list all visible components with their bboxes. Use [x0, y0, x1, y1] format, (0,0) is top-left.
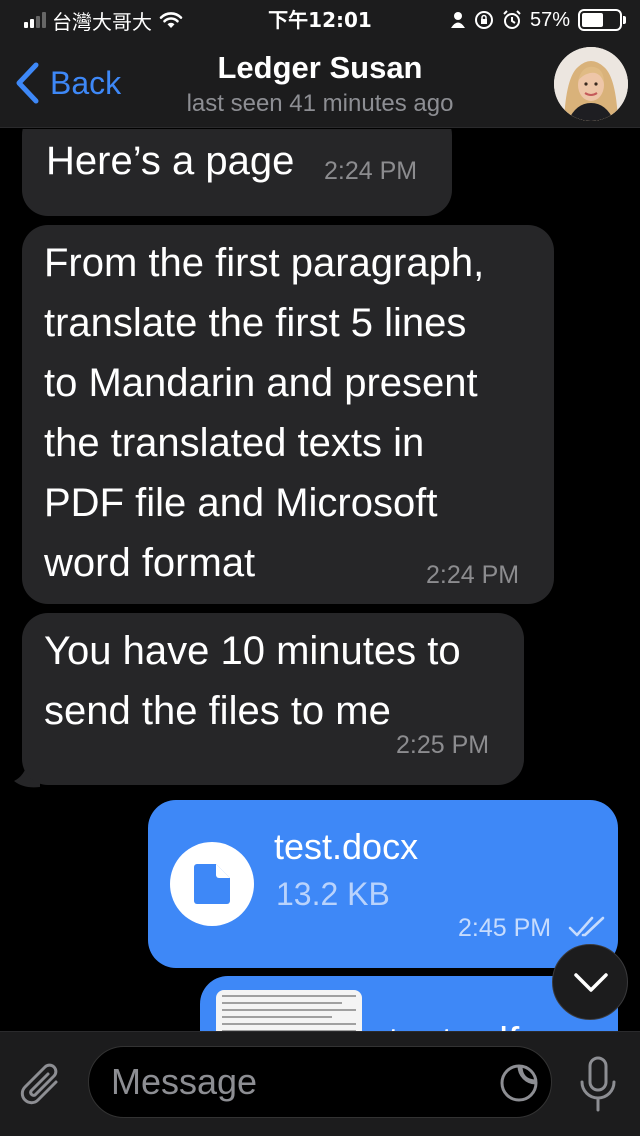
message-input[interactable] — [111, 1047, 491, 1117]
file-download-button[interactable] — [170, 842, 254, 926]
message-text: From the first paragraph, — [44, 241, 485, 285]
outgoing-file-message[interactable]: test.docx 13.2 KB 2:45 PM — [148, 800, 618, 968]
alarm-icon — [503, 10, 521, 29]
message-time: 2:25 PM — [396, 731, 490, 759]
message-text: the translated texts in — [44, 421, 425, 465]
status-bar: 台灣大哥大 下午12:01 57% — [0, 0, 640, 40]
message-composer — [0, 1031, 640, 1136]
message-time: 2:45 PM — [458, 914, 552, 942]
incoming-message[interactable]: Here’s a page 2:24 PM — [22, 129, 452, 216]
file-size: 13.2 KB — [276, 876, 390, 912]
message-text: Here’s a page — [46, 139, 295, 183]
scroll-to-bottom-button[interactable] — [552, 944, 628, 1020]
message-list[interactable]: Here’s a page 2:24 PM From the first par… — [0, 129, 640, 1031]
message-text: to Mandarin and present — [44, 361, 478, 405]
document-thumbnail — [216, 990, 362, 1031]
last-seen-status: last seen 41 minutes ago — [186, 90, 454, 117]
battery-icon — [578, 9, 626, 31]
message-text: PDF file and Microsoft — [44, 481, 438, 525]
document-icon — [194, 864, 230, 904]
incoming-message[interactable]: From the first paragraph, translate the … — [22, 225, 554, 604]
message-text: You have 10 minutes to — [44, 629, 461, 673]
contact-avatar[interactable] — [554, 47, 628, 121]
message-text: translate the first 5 lines — [44, 301, 467, 345]
contact-name[interactable]: Ledger Susan — [0, 50, 640, 86]
chevron-down-icon — [574, 973, 608, 992]
file-name: test.docx — [274, 826, 419, 867]
incoming-message[interactable]: You have 10 minutes to send the files to… — [22, 613, 524, 785]
message-text: word format — [44, 541, 256, 585]
sticker-icon[interactable] — [499, 1063, 539, 1103]
battery-percent: 57% — [529, 8, 570, 31]
microphone-icon[interactable] — [578, 1056, 618, 1114]
file-name: test.pdf — [388, 1020, 519, 1031]
status-right: 57% — [450, 6, 626, 34]
paperclip-icon[interactable] — [18, 1060, 64, 1110]
location-icon — [450, 12, 465, 28]
message-time: 2:24 PM — [324, 157, 418, 185]
message-field[interactable] — [88, 1046, 552, 1118]
double-check-icon — [568, 916, 605, 937]
chat-header: Back Ledger Susan last seen 41 minutes a… — [0, 40, 640, 128]
message-text: send the files to me — [44, 689, 391, 733]
orientation-lock-icon — [474, 11, 493, 29]
message-time: 2:24 PM — [426, 561, 520, 589]
